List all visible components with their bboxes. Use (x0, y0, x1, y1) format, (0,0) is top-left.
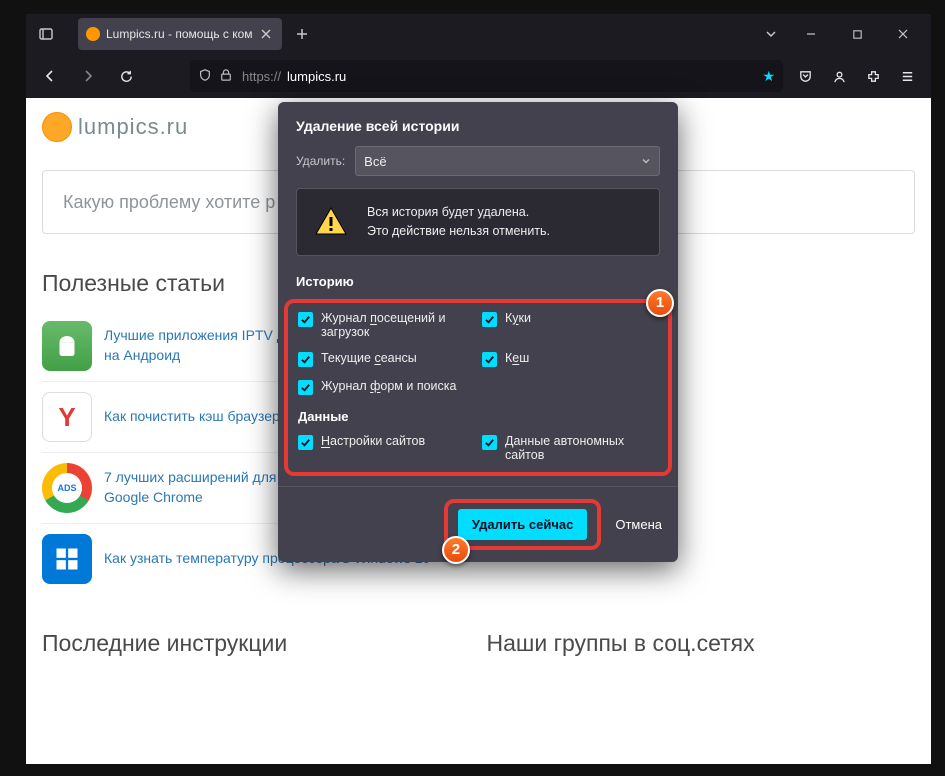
menu-icon[interactable] (891, 60, 923, 92)
reload-button[interactable] (110, 60, 142, 92)
section-groups-heading: Наши группы в соц.сетях (487, 630, 916, 657)
warning-line-2: Это действие нельзя отменить. (367, 222, 550, 241)
url-bar[interactable]: https:// lumpics.ru ★ (190, 60, 783, 92)
checkbox-icon (298, 380, 313, 395)
annotation-badge-2: 2 (442, 536, 470, 564)
lock-icon[interactable] (220, 68, 236, 85)
dialog-footer: 2 Удалить сейчас Отмена (278, 486, 678, 562)
pocket-icon[interactable] (789, 60, 821, 92)
warning-line-1: Вся история будет удалена. (367, 203, 550, 222)
close-window-button[interactable] (881, 18, 925, 50)
maximize-button[interactable] (835, 18, 879, 50)
tab-title: Lumpics.ru - помощь с компью (106, 27, 252, 41)
shield-icon[interactable] (198, 68, 214, 85)
search-hint-text: Какую проблему хотите р (63, 192, 275, 213)
minimize-button[interactable] (789, 18, 833, 50)
navbar: https:// lumpics.ru ★ (26, 54, 931, 98)
tabs-dropdown-button[interactable] (753, 18, 789, 50)
forward-button[interactable] (72, 60, 104, 92)
favicon-icon (86, 27, 100, 41)
yandex-icon (42, 392, 92, 442)
highlight-box-1: 1 Журнал посещений и загрузок Куки Текущ… (284, 299, 672, 476)
checkbox-form-history[interactable]: Журнал форм и поиска (298, 379, 474, 395)
checkbox-icon (482, 435, 497, 450)
android-icon (42, 321, 92, 371)
url-domain: lumpics.ru (287, 69, 346, 84)
chrome-ads-icon (42, 463, 92, 513)
cancel-button[interactable]: Отмена (615, 517, 662, 532)
checkbox-cookies[interactable]: Куки (482, 311, 658, 339)
checkbox-site-settings[interactable]: Настройки сайтов (298, 434, 474, 462)
checkbox-icon (482, 312, 497, 327)
article-link[interactable]: Как почистить кэш браузере (104, 407, 288, 427)
new-tab-button[interactable] (288, 20, 316, 48)
section-latest-heading: Последние инструкции (42, 630, 471, 657)
checkbox-icon (298, 312, 313, 327)
bookmark-star-icon[interactable]: ★ (762, 68, 775, 85)
chevron-down-icon (641, 154, 651, 169)
delete-range-label: Удалить: (296, 154, 345, 168)
tab-active[interactable]: Lumpics.ru - помощь с компью (78, 18, 282, 50)
history-section-label: Историю (296, 274, 660, 289)
checkbox-icon (298, 352, 313, 367)
warning-icon (313, 204, 349, 240)
warning-box: Вся история будет удалена. Это действие … (296, 188, 660, 256)
checkbox-cache[interactable]: Кеш (482, 351, 658, 367)
dialog-title: Удаление всей истории (296, 118, 660, 134)
annotation-badge-1: 1 (646, 289, 674, 317)
logo-text: lumpics.ru (78, 114, 188, 140)
window-controls (789, 18, 925, 50)
checkbox-icon (298, 435, 313, 450)
back-button[interactable] (34, 60, 66, 92)
url-protocol: https:// (242, 69, 281, 84)
data-section-label: Данные (298, 409, 658, 424)
checkbox-browsing-history[interactable]: Журнал посещений и загрузок (298, 311, 474, 339)
account-icon[interactable] (823, 60, 855, 92)
titlebar: Lumpics.ru - помощь с компью (26, 14, 931, 54)
highlight-box-2: 2 Удалить сейчас (444, 499, 601, 550)
checkbox-active-sessions[interactable]: Текущие сеансы (298, 351, 474, 367)
close-tab-icon[interactable] (258, 26, 274, 42)
windows-icon (42, 534, 92, 584)
logo-icon (42, 112, 72, 142)
time-range-value: Всё (364, 154, 386, 169)
extensions-icon[interactable] (857, 60, 889, 92)
clear-history-dialog: Удаление всей истории Удалить: Всё Вся и… (278, 102, 678, 562)
time-range-select[interactable]: Всё (355, 146, 660, 176)
checkbox-icon (482, 352, 497, 367)
tablist-menu-icon[interactable] (32, 20, 60, 48)
clear-now-button[interactable]: Удалить сейчас (458, 509, 587, 540)
checkbox-offline-data[interactable]: Данные автономных сайтов (482, 434, 658, 462)
